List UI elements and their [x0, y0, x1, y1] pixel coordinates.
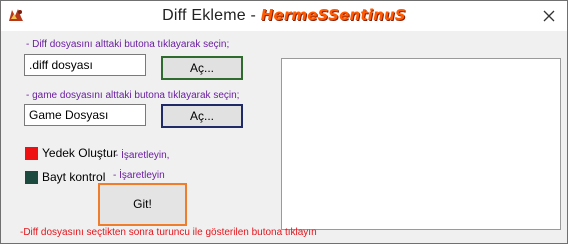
backup-hint: - İşaretleyin, [115, 150, 170, 161]
bytecontrol-label[interactable]: Bayt kontrol [42, 170, 105, 184]
diff-ekleme-window: Diff Ekleme - HermeSSentinuS - Diff dosy… [0, 0, 568, 244]
game-file-field[interactable]: Game Dosyası [24, 104, 146, 126]
bytecontrol-hint: - İşaretleyin [113, 170, 165, 181]
diff-file-field[interactable]: .diff dosyası [24, 54, 146, 76]
window-title: Diff Ekleme - HermeSSentinuS [1, 6, 567, 25]
window-title-text: Diff Ekleme - [162, 7, 261, 24]
backup-label[interactable]: Yedek Oluştur [42, 146, 117, 160]
footer-instruction: -Diff dosyasını seçtikten sonra turuncu … [20, 227, 317, 238]
title-bar[interactable]: Diff Ekleme - HermeSSentinuS [1, 1, 567, 31]
close-icon[interactable] [541, 8, 557, 24]
window-title-brand: HermeSSentinuS [260, 6, 406, 24]
diff-instruction-label: - Diff dosyasını alttaki butona tıklayar… [26, 39, 230, 50]
go-button[interactable]: Git! [98, 183, 187, 226]
backup-checkbox[interactable] [25, 147, 38, 160]
game-open-button[interactable]: Aç... [161, 104, 243, 128]
game-instruction-label: - game dosyasını alttaki butona tıklayar… [26, 90, 240, 101]
diff-open-button[interactable]: Aç... [161, 56, 243, 80]
output-panel[interactable] [281, 58, 561, 230]
bytecontrol-checkbox[interactable] [25, 171, 38, 184]
